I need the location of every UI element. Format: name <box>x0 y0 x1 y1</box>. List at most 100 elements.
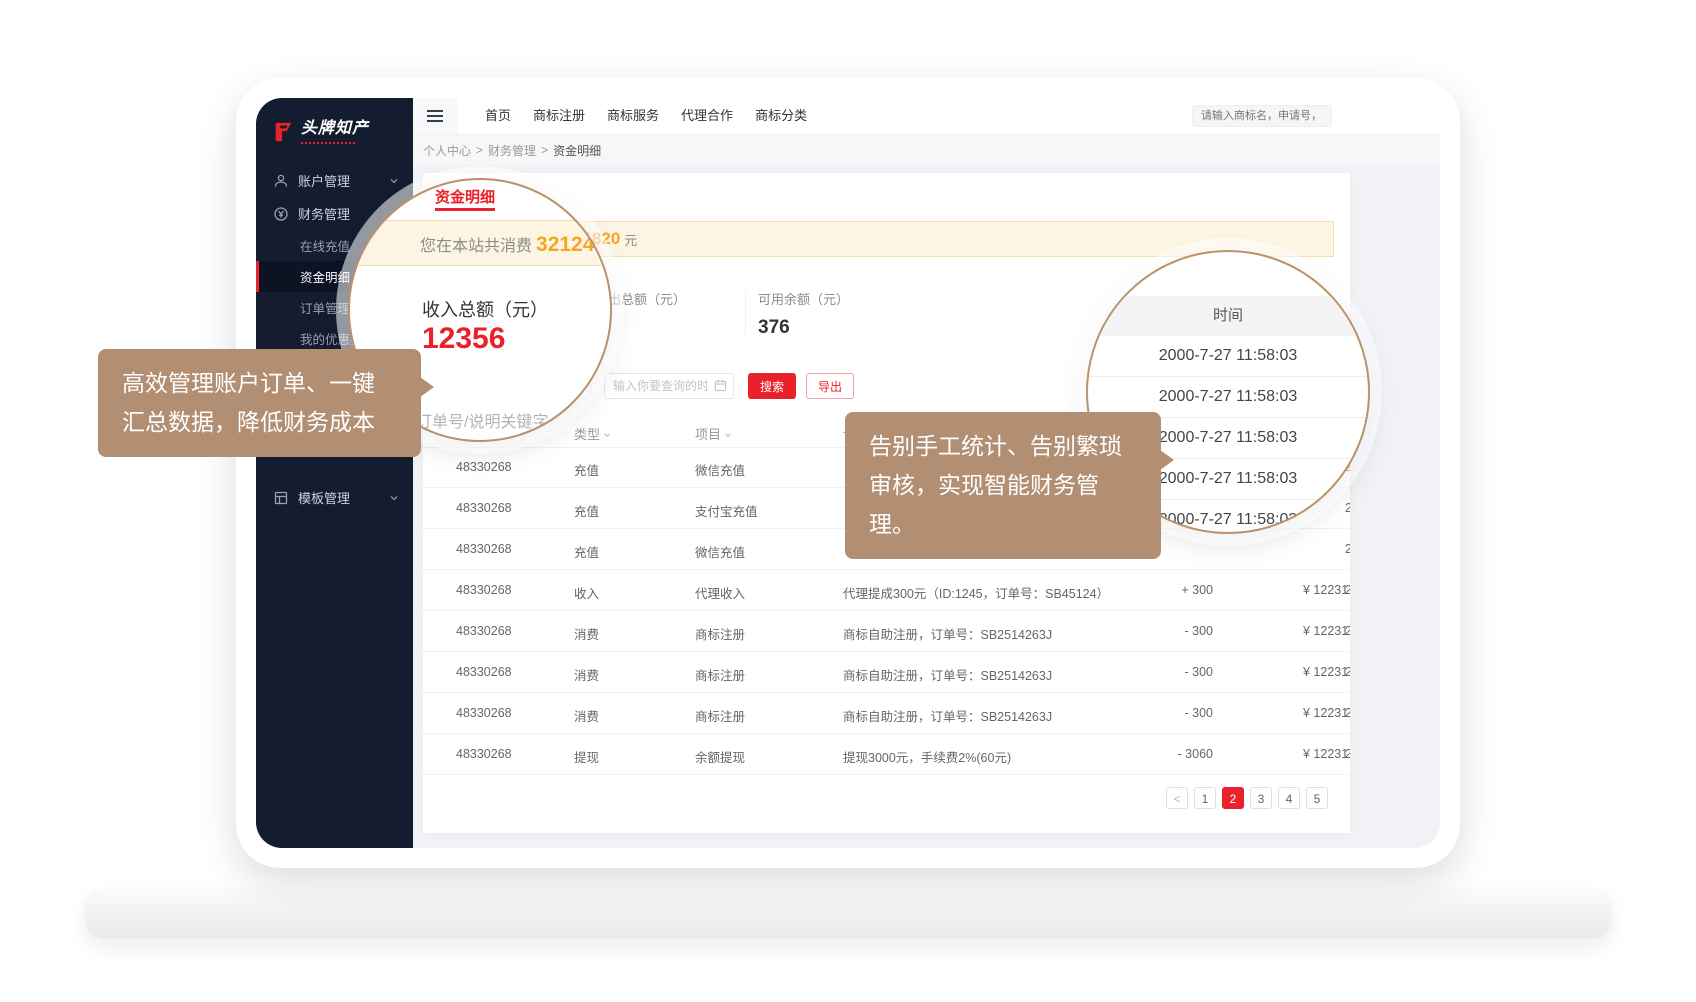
magnified-time-header: 时间 <box>1088 296 1368 336</box>
top-navbar: 首页商标注册商标服务代理合作商标分类 <box>413 98 1440 135</box>
export-button[interactable]: 导出 <box>806 373 854 399</box>
table-cell: 2000-7-27 11:58:03 <box>1345 624 1350 638</box>
table-cell: 消费 <box>574 624 599 643</box>
pagination-page-1[interactable]: 1 <box>1194 787 1216 809</box>
sidebar-item-templates[interactable]: 模板管理 <box>256 481 413 514</box>
breadcrumb-item[interactable]: 财务管理 <box>488 142 536 159</box>
table-cell: - 300 <box>1083 706 1213 720</box>
table-cell: 2000-7-27 11:58:03 <box>1345 747 1350 761</box>
table-cell: 2000-7-27 11:58:03 <box>1345 583 1350 597</box>
user-icon <box>273 173 289 189</box>
pagination: <12345 <box>1166 787 1328 809</box>
time-filter <box>604 373 734 399</box>
nav-link-5[interactable]: 商标分类 <box>749 98 813 134</box>
table-cell: 商标自助注册，订单号：SB2514263J <box>843 706 1052 725</box>
calendar-icon <box>714 379 727 392</box>
template-icon <box>273 490 289 506</box>
table-cell: 48330268 <box>456 583 512 597</box>
table-row: 48330268消费商标注册商标自助注册，订单号：SB2514263J- 300… <box>423 693 1350 734</box>
table-cell: 商标自助注册，订单号：SB2514263J <box>843 624 1052 643</box>
table-cell: 商标注册 <box>695 665 745 684</box>
stat-label: 可用余额（元） <box>758 289 849 308</box>
table-cell: 消费 <box>574 665 599 684</box>
table-cell: 2000-7-27 11:58:03 <box>1345 665 1350 679</box>
table-row: 48330268消费商标注册商标自助注册，订单号：SB2514263J- 300… <box>423 611 1350 652</box>
banner-unit: 元 <box>624 230 637 249</box>
callout-left: 高效管理账户订单、一键 汇总数据，降低财务成本 <box>98 349 421 457</box>
table-cell: 48330268 <box>456 665 512 679</box>
table-cell: 商标自助注册，订单号：SB2514263J <box>843 665 1052 684</box>
table-cell: 提现 <box>574 747 599 766</box>
table-cell: 48330268 <box>456 624 512 638</box>
table-cell: 商标注册 <box>695 706 745 725</box>
table-cell: 2000-7-27 11:58:03 <box>1345 542 1350 556</box>
sidebar-item-label: 资金明细 <box>300 267 350 286</box>
callout-right: 告别手工统计、告别繁琐 审核，实现智能财务管 理。 <box>845 412 1161 559</box>
pagination-page-3[interactable]: 3 <box>1250 787 1272 809</box>
pagination-page-4[interactable]: 4 <box>1278 787 1300 809</box>
table-row: 48330268收入代理收入代理提成300元（ID:1245，订单号：SB451… <box>423 570 1350 611</box>
stat-divider <box>745 291 746 335</box>
table-cell: 充值 <box>574 542 599 561</box>
sidebar-item-account[interactable]: 账户管理 <box>256 164 413 197</box>
magnified-stat-label: 收入总额（元） <box>422 296 548 322</box>
table-cell: 微信充值 <box>695 460 745 479</box>
sidebar: 头牌知产 账户管理 财务管理 <box>256 98 413 848</box>
sort-caret-icon <box>724 431 732 439</box>
table-cell: 提现3000元，手续费2%(60元) <box>843 747 1011 766</box>
logo-subtext <box>301 140 355 144</box>
breadcrumb-separator: > <box>541 143 548 157</box>
trademark-search-input[interactable] <box>1192 105 1332 127</box>
nav-link-4[interactable]: 代理合作 <box>675 98 739 134</box>
logo-icon <box>272 121 294 143</box>
table-row: 48330268提现余额提现提现3000元，手续费2%(60元)- 3060¥ … <box>423 734 1350 775</box>
breadcrumb-item[interactable]: 个人中心 <box>423 142 471 159</box>
table-cell: 支付宝充值 <box>695 501 758 520</box>
magnified-tab-underline <box>435 208 495 211</box>
table-cell: ¥ 12231 <box>1303 706 1348 720</box>
table-cell: 微信充值 <box>695 542 745 561</box>
pagination-page-5[interactable]: 5 <box>1306 787 1328 809</box>
nav-link-3[interactable]: 商标服务 <box>601 98 665 134</box>
table-cell: 余额提现 <box>695 747 745 766</box>
stat-balance: 可用余额（元） 376 <box>758 289 849 339</box>
top-nav-links: 首页商标注册商标服务代理合作商标分类 <box>457 98 813 134</box>
table-cell: 48330268 <box>456 501 512 515</box>
table-cell: ¥ 12231 <box>1303 747 1348 761</box>
nav-link-1[interactable]: 首页 <box>479 98 517 134</box>
search-button[interactable]: 搜索 <box>748 373 796 399</box>
logo-title: 头牌知产 <box>301 120 369 137</box>
page-background: 头牌知产 账户管理 财务管理 <box>0 0 1696 1002</box>
table-cell: ¥ 12231 <box>1303 583 1348 597</box>
table-cell: 48330268 <box>456 542 512 556</box>
table-cell: 48330268 <box>456 460 512 474</box>
menu-toggle-button[interactable] <box>413 98 457 134</box>
chevron-down-icon <box>389 176 399 186</box>
header-item[interactable]: 项目 <box>695 424 732 443</box>
breadcrumb-separator: > <box>476 143 483 157</box>
table-cell: 48330268 <box>456 747 512 761</box>
header-type[interactable]: 类型 <box>574 424 611 443</box>
breadcrumb-item-current: 资金明细 <box>553 142 601 159</box>
sidebar-item-label: 在线充值 <box>300 236 350 255</box>
table-cell: 消费 <box>574 706 599 725</box>
stat-value: 376 <box>758 317 849 339</box>
table-cell: ¥ 12231 <box>1303 665 1348 679</box>
magnified-banner-text: 您在本站共消费32124元 <box>420 232 612 257</box>
table-cell: 代理收入 <box>695 583 745 602</box>
logo[interactable]: 头牌知产 <box>256 104 413 152</box>
table-cell: 充值 <box>574 501 599 520</box>
finance-icon <box>273 206 289 222</box>
nav-link-2[interactable]: 商标注册 <box>527 98 591 134</box>
table-cell: 充值 <box>574 460 599 479</box>
sidebar-item-label: 财务管理 <box>298 204 350 223</box>
sidebar-item-label: 账户管理 <box>298 171 350 190</box>
chevron-down-icon <box>389 493 399 503</box>
pagination-page-2[interactable]: 2 <box>1222 787 1244 809</box>
table-row: 48330268消费商标注册商标自助注册，订单号：SB2514263J- 300… <box>423 652 1350 693</box>
magnified-tab-label: 资金明细 <box>435 186 495 207</box>
magnified-input-placeholder: 订单号/说明关键字 <box>416 408 548 432</box>
table-cell: 收入 <box>574 583 599 602</box>
pagination-prev-button[interactable]: < <box>1166 787 1188 809</box>
breadcrumb: 个人中心 > 财务管理 > 资金明细 <box>413 135 1440 166</box>
